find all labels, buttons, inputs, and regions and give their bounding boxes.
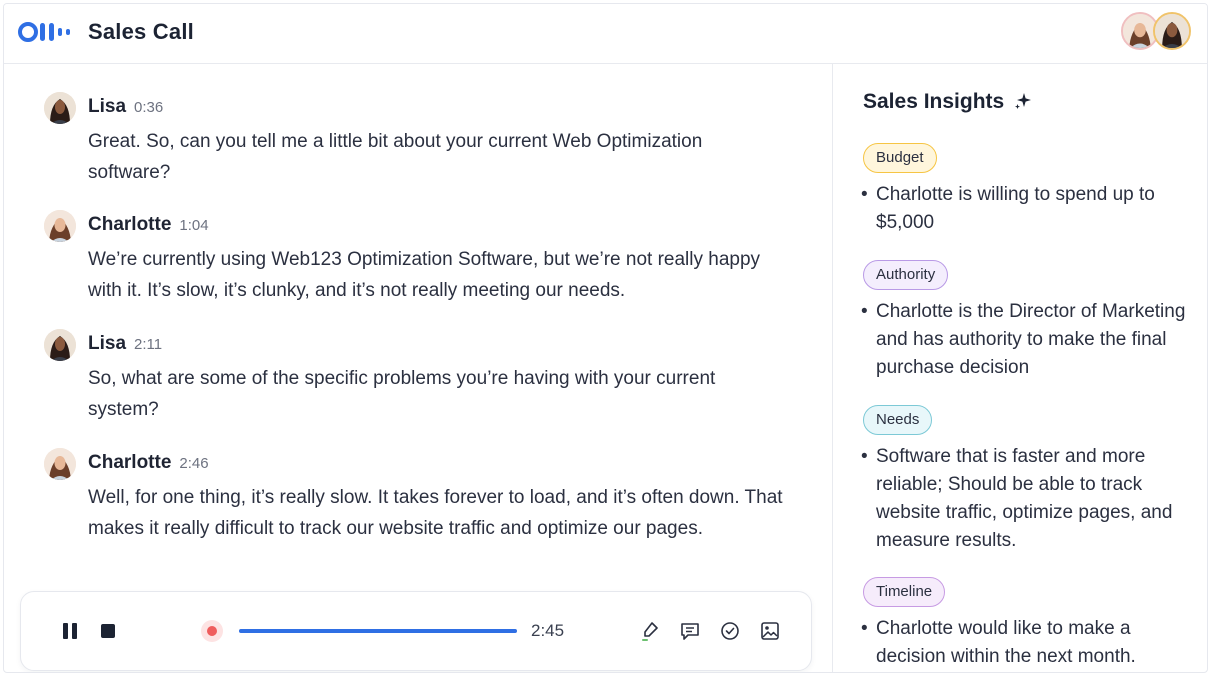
comment-icon[interactable] — [679, 620, 701, 642]
participant-avatars[interactable] — [1121, 12, 1193, 52]
person-icon — [1123, 14, 1157, 48]
transcript-panel: Lisa 0:36 Great. So, can you tell me a li… — [4, 64, 832, 672]
avatar — [44, 448, 76, 480]
message-text: We’re currently using Web123 Optimizatio… — [88, 249, 761, 301]
timestamp[interactable]: 2:46 — [179, 455, 208, 472]
insight-bullet: Software that is faster and more reliabl… — [861, 443, 1191, 555]
tag-needs[interactable]: Needs — [863, 405, 933, 435]
insights-title-text: Sales Insights — [863, 90, 1005, 113]
insight-bullet: Charlotte is willing to spend up to $5,0… — [861, 181, 1191, 237]
insight-bullet: Charlotte is the Director of Marketing a… — [861, 298, 1191, 382]
image-icon[interactable] — [759, 620, 781, 642]
sparkle-icon — [1015, 93, 1032, 109]
playback-time: 2:45 — [531, 621, 565, 640]
message-text: So, what are some of the specific proble… — [88, 368, 716, 420]
timestamp[interactable]: 2:11 — [134, 336, 162, 353]
header: Sales Call — [4, 4, 1207, 64]
tag-authority[interactable]: Authority — [863, 260, 949, 290]
avatar — [44, 329, 76, 361]
stop-icon[interactable] — [97, 620, 119, 642]
check-icon[interactable] — [719, 620, 741, 642]
speaker-name: Charlotte — [88, 214, 172, 235]
person-icon — [44, 92, 76, 124]
message-text: Well, for one thing, it’s really slow. I… — [88, 487, 783, 539]
progress-bar[interactable] — [239, 629, 517, 633]
pause-icon[interactable] — [59, 620, 81, 642]
avatar — [44, 92, 76, 124]
record-icon[interactable] — [201, 620, 223, 642]
sales-insights-panel: Sales Insights Budget Charlotte is willi… — [833, 64, 1207, 672]
speaker-name: Lisa — [88, 96, 127, 117]
person-icon — [1155, 14, 1189, 48]
speaker-name: Charlotte — [88, 452, 172, 473]
insights-title: Sales Insights — [863, 90, 1032, 114]
otter-logo-icon[interactable] — [18, 20, 74, 44]
page-title: Sales Call — [88, 19, 194, 44]
avatar — [44, 210, 76, 242]
app-window: Sales Call Lisa 0:36 Great. So, can you … — [3, 3, 1208, 673]
message-text: Great. So, can you tell me a little bit … — [88, 131, 703, 183]
person-icon — [44, 329, 76, 361]
person-icon — [44, 448, 76, 480]
timestamp[interactable]: 0:36 — [134, 99, 163, 116]
tag-budget[interactable]: Budget — [863, 143, 937, 173]
insight-bullet: Charlotte would like to make a decision … — [861, 615, 1191, 671]
progress-fill — [239, 629, 517, 633]
speaker-name: Lisa — [88, 333, 127, 354]
audio-player: 2:45 — [20, 591, 812, 671]
tag-timeline[interactable]: Timeline — [863, 577, 946, 607]
highlight-icon[interactable] — [639, 620, 661, 642]
person-icon — [44, 210, 76, 242]
timestamp[interactable]: 1:04 — [179, 217, 208, 234]
avatar[interactable] — [1153, 12, 1191, 50]
